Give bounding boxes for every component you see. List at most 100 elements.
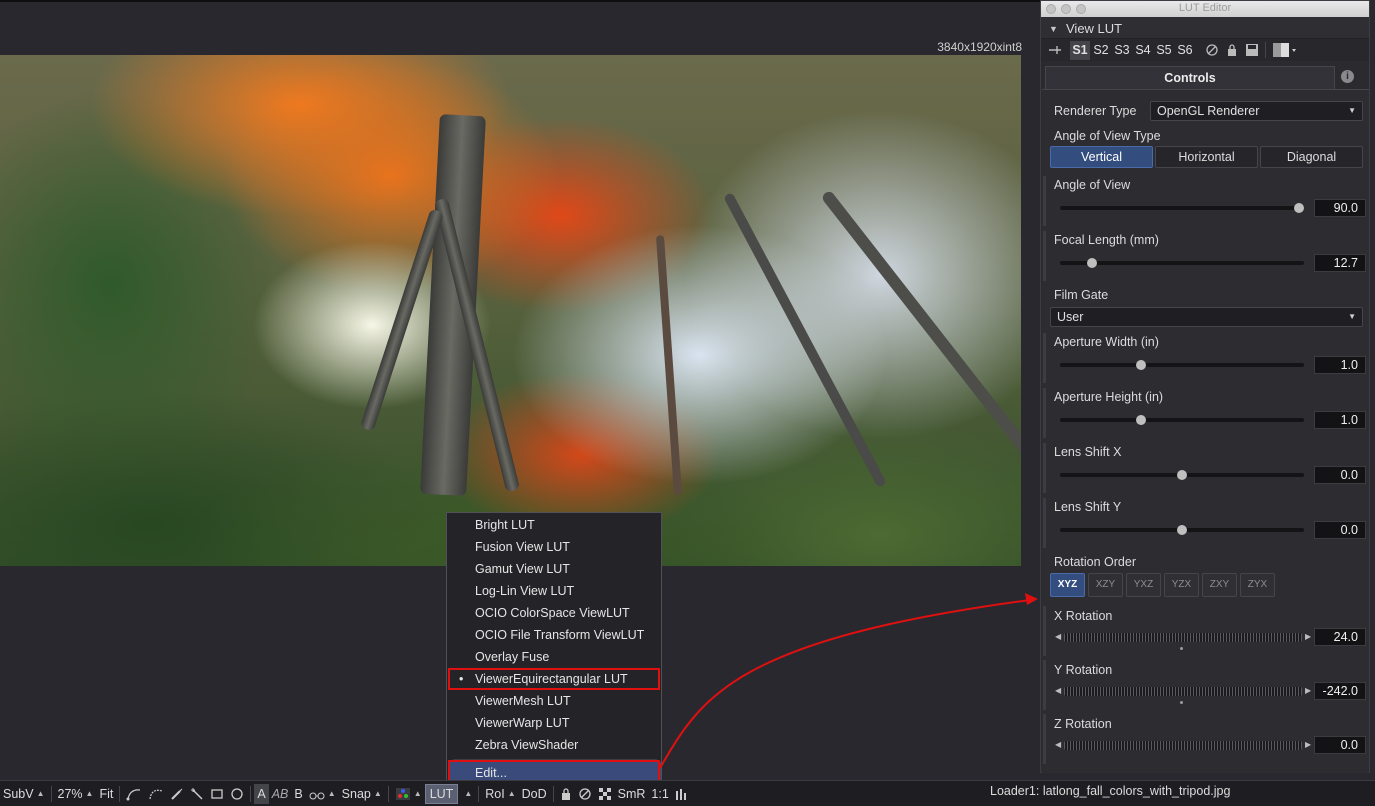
- y-rotation-thumbwheel[interactable]: [1064, 687, 1302, 696]
- renderer-type-dropdown[interactable]: OpenGL Renderer ▼: [1150, 101, 1363, 121]
- menu-item-log-lin-view-lut[interactable]: Log-Lin View LUT: [448, 580, 661, 602]
- rotation-order-yxz[interactable]: YXZ: [1126, 573, 1161, 597]
- info-icon[interactable]: i: [1341, 70, 1354, 83]
- menu-item-viewerwarp-lut[interactable]: ViewerWarp LUT: [448, 712, 661, 734]
- disable-icon[interactable]: [1205, 43, 1219, 60]
- lock-icon[interactable]: [1226, 43, 1238, 60]
- menu-item-fusion-view-lut[interactable]: Fusion View LUT: [448, 536, 661, 558]
- fit-button[interactable]: Fit: [96, 784, 116, 804]
- control-group-bar: [1043, 176, 1046, 226]
- tab-controls[interactable]: Controls: [1045, 66, 1335, 89]
- lut-menu-arrow-icon[interactable]: ▲: [458, 784, 475, 804]
- slider-knob[interactable]: [1294, 203, 1305, 213]
- ratio-button[interactable]: 1:1: [648, 784, 671, 804]
- no-entry-icon[interactable]: [575, 784, 595, 804]
- caret-up-icon: ▲: [85, 789, 94, 798]
- z-rotation-thumbwheel[interactable]: [1064, 741, 1302, 750]
- lock-icon[interactable]: [557, 784, 575, 804]
- x-rotation-input[interactable]: 24.0: [1314, 628, 1366, 646]
- color-swatch-icon[interactable]: [1272, 42, 1298, 61]
- thumbwheel-left-arrow-icon[interactable]: ◀: [1055, 632, 1061, 641]
- divider: [552, 785, 554, 802]
- dod-button[interactable]: DoD: [519, 784, 550, 804]
- menu-item-gamut-view-lut[interactable]: Gamut View LUT: [448, 558, 661, 580]
- stereo-glasses-icon[interactable]: ▲: [306, 784, 339, 804]
- rotation-order-yzx[interactable]: YZX: [1164, 573, 1199, 597]
- y-rotation-input[interactable]: -242.0: [1314, 682, 1366, 700]
- menu-item-zebra-viewshader[interactable]: Zebra ViewShader: [448, 734, 661, 756]
- rotation-order-zyx[interactable]: ZYX: [1240, 573, 1275, 597]
- aperture-width-slider[interactable]: [1060, 360, 1304, 370]
- rotation-order-xzy[interactable]: XZY: [1088, 573, 1123, 597]
- lens-shift-y-slider[interactable]: [1060, 525, 1304, 535]
- view-lut-section-header[interactable]: ▼ View LUT: [1041, 17, 1369, 39]
- wand-icon[interactable]: [187, 784, 207, 804]
- channel-b-button[interactable]: B: [291, 784, 305, 804]
- aov-type-diagonal-button[interactable]: Diagonal: [1260, 146, 1363, 168]
- slider-knob[interactable]: [1177, 525, 1187, 535]
- aperture-width-input[interactable]: 1.0: [1314, 356, 1366, 374]
- bspline-icon[interactable]: [145, 784, 167, 804]
- aperture-height-input[interactable]: 1.0: [1314, 411, 1366, 429]
- roi-button[interactable]: RoI ▲: [482, 784, 518, 804]
- save-icon[interactable]: [1245, 43, 1259, 60]
- focal-length-input[interactable]: 12.7: [1314, 254, 1366, 272]
- menu-item-bright-lut[interactable]: Bright LUT: [448, 514, 661, 536]
- angle-of-view-input[interactable]: 90.0: [1314, 199, 1366, 217]
- color-channels-icon[interactable]: ▲: [392, 784, 425, 804]
- film-gate-dropdown[interactable]: User ▼: [1050, 307, 1363, 327]
- lens-shift-y-input[interactable]: 0.0: [1314, 521, 1366, 539]
- channel-a-button[interactable]: A: [254, 783, 269, 804]
- expand-triangle-icon[interactable]: ▼: [1049, 24, 1058, 34]
- lens-shift-x-label: Lens Shift X: [1054, 445, 1122, 459]
- slider-knob[interactable]: [1086, 258, 1097, 268]
- slot-s1[interactable]: S1: [1070, 41, 1090, 60]
- thumbwheel-right-arrow-icon[interactable]: ▶: [1305, 686, 1311, 695]
- menu-item-ocio-file-transform-viewlut[interactable]: OCIO File Transform ViewLUT: [448, 624, 661, 646]
- aov-type-horizontal-button[interactable]: Horizontal: [1155, 146, 1258, 168]
- menu-item-viewermesh-lut[interactable]: ViewerMesh LUT: [448, 690, 661, 712]
- thumbwheel-right-arrow-icon[interactable]: ▶: [1305, 632, 1311, 641]
- x-rotation-thumbwheel[interactable]: [1064, 633, 1302, 642]
- slot-s4[interactable]: S4: [1133, 41, 1153, 60]
- histogram-icon[interactable]: [672, 784, 690, 804]
- slider-knob[interactable]: [1177, 470, 1187, 480]
- slot-s2[interactable]: S2: [1091, 41, 1111, 60]
- divider: [1265, 42, 1266, 58]
- aperture-height-slider[interactable]: [1060, 415, 1304, 425]
- thumbwheel-left-arrow-icon[interactable]: ◀: [1055, 740, 1061, 749]
- rotation-order-xyz[interactable]: XYZ: [1050, 573, 1085, 597]
- thumbwheel-left-arrow-icon[interactable]: ◀: [1055, 686, 1061, 695]
- lens-shift-x-slider[interactable]: [1060, 470, 1304, 480]
- paint-icon[interactable]: [167, 784, 187, 804]
- slider-knob[interactable]: [1135, 415, 1146, 425]
- ellipse-icon[interactable]: [227, 784, 247, 804]
- focal-length-slider[interactable]: [1060, 258, 1304, 268]
- zoom-button[interactable]: 27% ▲: [55, 784, 97, 804]
- lut-editor-titlebar[interactable]: LUT Editor: [1041, 1, 1369, 17]
- viewer-image[interactable]: [0, 55, 1021, 566]
- subview-button[interactable]: SubV ▲: [0, 784, 48, 804]
- menu-item-overlay-fuse[interactable]: Overlay Fuse: [448, 646, 661, 668]
- angle-of-view-slider[interactable]: [1060, 203, 1305, 213]
- slot-s3[interactable]: S3: [1112, 41, 1132, 60]
- menu-item-ocio-colorspace-viewlut[interactable]: OCIO ColorSpace ViewLUT: [448, 602, 661, 624]
- thumbwheel-right-arrow-icon[interactable]: ▶: [1305, 740, 1311, 749]
- rectangle-icon[interactable]: [207, 784, 227, 804]
- lens-shift-x-input[interactable]: 0.0: [1314, 466, 1366, 484]
- slot-s6[interactable]: S6: [1175, 41, 1195, 60]
- lut-button[interactable]: LUT: [424, 783, 459, 804]
- snap-button[interactable]: Snap ▲: [339, 784, 385, 804]
- slot-s5[interactable]: S5: [1154, 41, 1174, 60]
- smr-button[interactable]: SmR: [615, 784, 649, 804]
- polyline-icon[interactable]: [123, 784, 145, 804]
- z-rotation-input[interactable]: 0.0: [1314, 736, 1366, 754]
- channel-ab-button[interactable]: AB: [269, 784, 292, 804]
- aov-type-vertical-button[interactable]: Vertical: [1050, 146, 1153, 168]
- pin-icon[interactable]: [1047, 43, 1063, 60]
- viewer-top-edge: [0, 0, 1040, 2]
- slider-knob[interactable]: [1135, 360, 1146, 370]
- rotation-order-zxy[interactable]: ZXY: [1202, 573, 1237, 597]
- y-rotation-label: Y Rotation: [1054, 663, 1113, 677]
- checkerboard-icon[interactable]: [595, 784, 615, 804]
